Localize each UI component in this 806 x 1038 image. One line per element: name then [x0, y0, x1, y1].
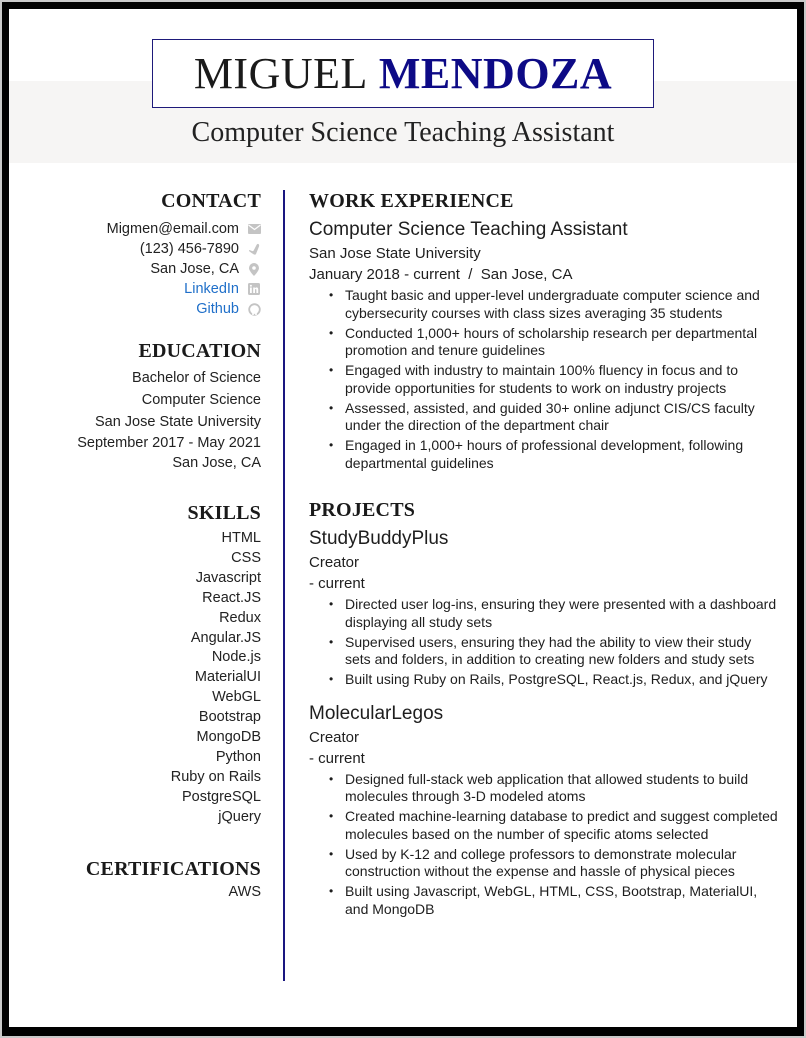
- last-name: MENDOZA: [378, 49, 613, 98]
- education-major: Computer Science: [141, 392, 261, 408]
- skill-item: Node.js: [211, 649, 261, 666]
- contact-email: Migmen@email.com: [9, 219, 261, 239]
- linkedin-icon: [247, 282, 261, 296]
- bullet-item: Built using Javascript, WebGL, HTML, CSS…: [329, 883, 779, 918]
- education-location: San Jose, CA: [172, 455, 261, 471]
- skill-item: CSS: [231, 549, 261, 566]
- bullet-item: Taught basic and upper-level undergradua…: [329, 287, 779, 322]
- skill-item: Javascript: [195, 569, 261, 586]
- job-title: Computer Science Teaching Assistant: [309, 219, 628, 240]
- skill-item: Bootstrap: [198, 709, 261, 726]
- project-role: Creator: [309, 554, 360, 571]
- education-dates: September 2017 - May 2021: [77, 435, 261, 451]
- project-dates: - current: [309, 575, 365, 592]
- certifications-heading: CERTIFICATIONS: [85, 857, 261, 880]
- skill-item: Ruby on Rails: [170, 768, 261, 785]
- certifications-section: CERTIFICATIONS AWS: [9, 857, 261, 903]
- education-section: EDUCATION Bachelor of Science Computer S…: [9, 339, 261, 473]
- bullet-item: Engaged with industry to maintain 100% f…: [329, 362, 779, 397]
- project-name: MolecularLegos: [309, 702, 444, 724]
- projects-heading: PROJECTS: [309, 499, 416, 521]
- skill-item: PostgreSQL: [182, 788, 261, 805]
- contact-linkedin[interactable]: LinkedIn: [9, 279, 261, 299]
- column-divider: [283, 190, 285, 981]
- envelope-icon: [247, 222, 261, 236]
- bullet-item: Designed full-stack web application that…: [329, 771, 779, 806]
- email-text: Migmen@email.com: [106, 221, 239, 237]
- skill-item: MaterialUI: [194, 669, 261, 686]
- resume-page: MIGUEL MENDOZA Computer Science Teaching…: [9, 9, 797, 1027]
- location-pin-icon: [247, 262, 261, 276]
- project-bullets: Directed user log-ins, ensuring they wer…: [309, 596, 779, 689]
- project-name: StudyBuddyPlus: [309, 528, 449, 549]
- linkedin-link[interactable]: LinkedIn: [184, 279, 239, 299]
- job-dates-location: January 2018 - current / San Jose, CA: [309, 266, 573, 283]
- contact-phone: (123) 456-7890: [9, 239, 261, 259]
- skill-item: Python: [215, 748, 261, 765]
- github-icon: [247, 302, 261, 316]
- bullet-item: Assessed, assisted, and guided 30+ onlin…: [329, 400, 779, 435]
- experience-section: WORK EXPERIENCE Computer Science Teachin…: [309, 189, 779, 472]
- location-text: San Jose, CA: [150, 261, 239, 277]
- skills-list: HTML CSS Javascript React.JS Redux Angular.JS…: [9, 529, 261, 828]
- project-bullets: Designed full-stack web application that…: [309, 771, 779, 919]
- education-heading: EDUCATION: [138, 340, 261, 362]
- bullet-item: Built using Ruby on Rails, PostgreSQL, R…: [329, 671, 779, 689]
- projects-section: PROJECTS StudyBuddyPlus Creator - curren…: [309, 498, 779, 918]
- contact-heading: CONTACT: [161, 190, 261, 212]
- education-degree: Bachelor of Science: [132, 370, 261, 386]
- skill-item: Redux: [219, 609, 261, 626]
- certification-item: AWS: [228, 883, 262, 900]
- github-link[interactable]: Github: [196, 299, 239, 319]
- phone-icon: [247, 242, 261, 256]
- project-role: Creator: [309, 728, 360, 746]
- first-name: MIGUEL: [193, 49, 368, 98]
- job-company: San Jose State University: [309, 245, 481, 262]
- skill-item: WebGL: [212, 689, 261, 706]
- education-school: San Jose State University: [94, 414, 261, 430]
- skills-heading: SKILLS: [187, 502, 261, 524]
- bullet-item: Conducted 1,000+ hours of scholarship re…: [329, 325, 779, 360]
- job-bullets: Taught basic and upper-level undergradua…: [309, 287, 779, 472]
- bullet-item: Created machine-learning database to pre…: [329, 808, 779, 843]
- bullet-item: Engaged in 1,000+ hours of professional …: [329, 437, 779, 472]
- bullet-item: Directed user log-ins, ensuring they wer…: [329, 596, 779, 631]
- bullet-item: Used by K-12 and college professors to d…: [329, 846, 779, 881]
- skills-section: SKILLS HTML CSS Javascript React.JS Redux Ang…: [9, 501, 261, 828]
- bullet-item: Supervised users, ensuring they had the …: [329, 634, 779, 669]
- skill-item: Angular.JS: [190, 629, 261, 646]
- contact-location: San Jose, CA: [9, 259, 261, 279]
- project-studybuddyplus: StudyBuddyPlus Creator - current Directe…: [309, 526, 779, 689]
- left-column: CONTACT Migmen@email.com (123) 456-7890 …: [9, 189, 261, 903]
- contact-github[interactable]: Github: [9, 299, 261, 319]
- phone-text: (123) 456-7890: [139, 241, 239, 257]
- experience-heading: WORK EXPERIENCE: [309, 190, 514, 212]
- project-molecularlegos: MolecularLegos Creator - current Designe…: [309, 701, 779, 919]
- skill-item: HTML: [221, 530, 261, 546]
- project-dates: - current: [309, 749, 365, 767]
- name-box: MIGUEL MENDOZA: [152, 39, 654, 108]
- contact-section: CONTACT Migmen@email.com (123) 456-7890 …: [9, 189, 261, 319]
- job-headline: Computer Science Teaching Assistant: [191, 117, 615, 148]
- skill-item: MongoDB: [196, 729, 261, 746]
- skill-item: React.JS: [202, 589, 261, 606]
- skill-item: jQuery: [218, 808, 261, 825]
- right-column: WORK EXPERIENCE Computer Science Teachin…: [309, 189, 779, 921]
